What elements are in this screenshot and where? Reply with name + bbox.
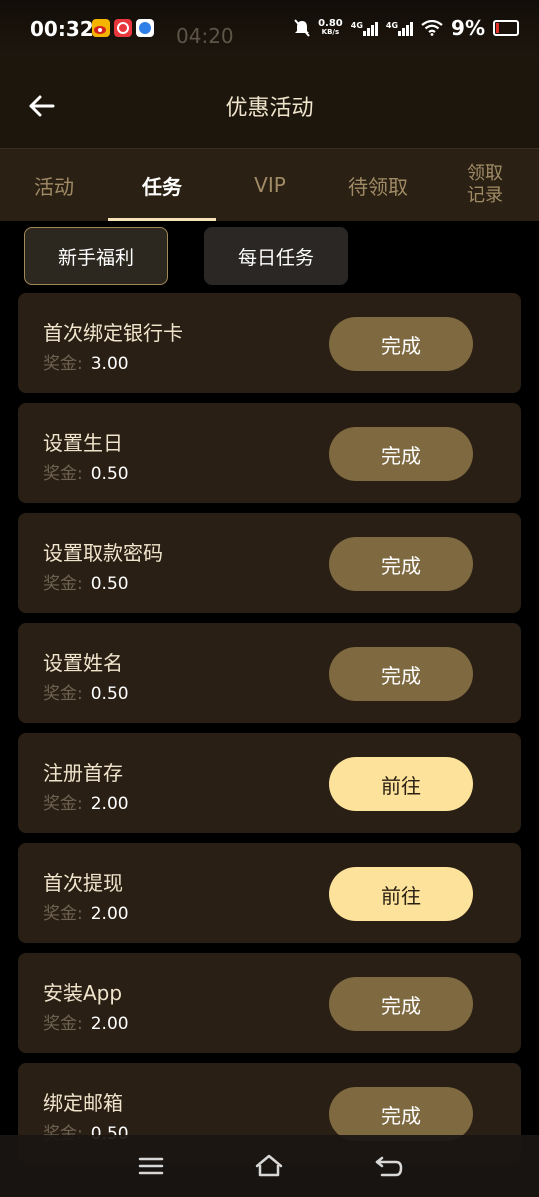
task-complete-button[interactable]: 完成 [329,317,473,371]
tab-vip[interactable]: VIP [216,149,324,221]
task-reward: 奖金: 0.50 [43,569,129,594]
task-card: 首次提现 奖金: 2.00 前往 [18,843,521,943]
task-reward: 奖金: 0.50 [43,459,129,484]
task-card: 注册首存 奖金: 2.00 前往 [18,733,521,833]
net-speed-unit: KB/s [321,28,340,36]
task-complete-button[interactable]: 完成 [329,427,473,481]
signal-2: 4G [385,20,414,36]
status-time: 00:32 [30,17,94,41]
task-card: 安装App 奖金: 2.00 完成 [18,953,521,1053]
network-label-1: 4G [350,21,363,30]
task-go-button[interactable]: 前往 [329,867,473,921]
battery-icon [493,20,519,36]
subtab-daily-tasks[interactable]: 每日任务 [204,227,348,285]
task-reward: 奖金: 2.00 [43,899,129,924]
task-reward: 奖金: 2.00 [43,1009,129,1034]
battery-percent: 9% [451,16,485,40]
page-title: 优惠活动 [225,96,314,121]
weibo-icon [92,19,110,37]
reward-label: 奖金: [43,904,83,924]
app-blue-icon [136,19,154,37]
task-list: 首次绑定银行卡 奖金: 3.00 完成 设置生日 奖金: 0.50 完成 设置取款密… [18,293,521,1173]
status-bar: 00:32 04:20 0.80 KB/s 4G 4G 9% [0,0,539,60]
reward-value: 3.00 [90,354,129,374]
task-title: 设置取款密码 [43,541,163,565]
page: 00:32 04:20 0.80 KB/s 4G 4G 9% 优惠活动 活动 任… [0,0,539,1197]
signal-bars-1-icon [362,20,378,36]
net-speed: 0.80 KB/s [318,19,343,37]
reward-value: 0.50 [90,684,129,704]
tab-pending[interactable]: 待领取 [324,149,432,221]
task-complete-button[interactable]: 完成 [329,977,473,1031]
task-title: 设置生日 [43,431,123,455]
reward-value: 0.50 [90,464,129,484]
reward-label: 奖金: [43,1014,83,1034]
task-title: 设置姓名 [43,651,123,675]
system-nav-bar [0,1135,539,1197]
reward-label: 奖金: [43,574,83,594]
reward-value: 2.00 [90,794,129,814]
home-icon[interactable] [254,1153,284,1179]
back-nav-icon[interactable] [374,1153,404,1179]
task-reward: 奖金: 0.50 [43,679,129,704]
tab-activities[interactable]: 活动 [0,149,108,221]
task-complete-button[interactable]: 完成 [329,647,473,701]
status-indicators: 0.80 KB/s 4G 4G 9% [294,16,519,40]
task-complete-button[interactable]: 完成 [329,537,473,591]
network-label-2: 4G [385,21,399,30]
signal-1: 4G [351,20,378,36]
task-card: 首次绑定银行卡 奖金: 3.00 完成 [18,293,521,393]
app-red-icon [114,19,132,37]
mute-icon [294,19,310,37]
reward-label: 奖金: [43,354,83,374]
net-speed-value: 0.80 [318,18,343,29]
reward-value: 2.00 [90,904,129,924]
app-header: 优惠活动 [0,60,539,148]
wifi-icon [421,20,443,36]
subtab-newbie-benefits[interactable]: 新手福利 [24,227,168,285]
reward-label: 奖金: [43,684,83,704]
task-title: 安装App [43,981,123,1005]
task-reward: 奖金: 3.00 [43,349,129,374]
status-app-icons [92,19,154,37]
tab-tasks[interactable]: 任务 [108,149,216,221]
reward-value: 0.50 [90,574,129,594]
task-title: 绑定邮箱 [43,1091,123,1115]
task-title: 注册首存 [43,761,123,785]
task-card: 设置取款密码 奖金: 0.50 完成 [18,513,521,613]
reward-label: 奖金: [43,464,83,484]
task-go-button[interactable]: 前往 [329,757,473,811]
task-card: 设置生日 奖金: 0.50 完成 [18,403,521,503]
reward-value: 2.00 [90,1014,129,1034]
background-clock: 04:20 [176,24,234,48]
task-title: 首次绑定银行卡 [43,321,183,345]
task-complete-button[interactable]: 完成 [329,1087,473,1141]
task-reward: 奖金: 2.00 [43,789,129,814]
reward-label: 奖金: [43,794,83,814]
menu-icon[interactable] [136,1153,166,1179]
tab-bar: 活动 任务 VIP 待领取 领取记录 [0,148,539,221]
tab-claim-records[interactable]: 领取记录 [432,149,538,221]
signal-bars-2-icon [398,20,414,36]
task-title: 首次提现 [43,871,123,895]
task-card: 设置姓名 奖金: 0.50 完成 [18,623,521,723]
